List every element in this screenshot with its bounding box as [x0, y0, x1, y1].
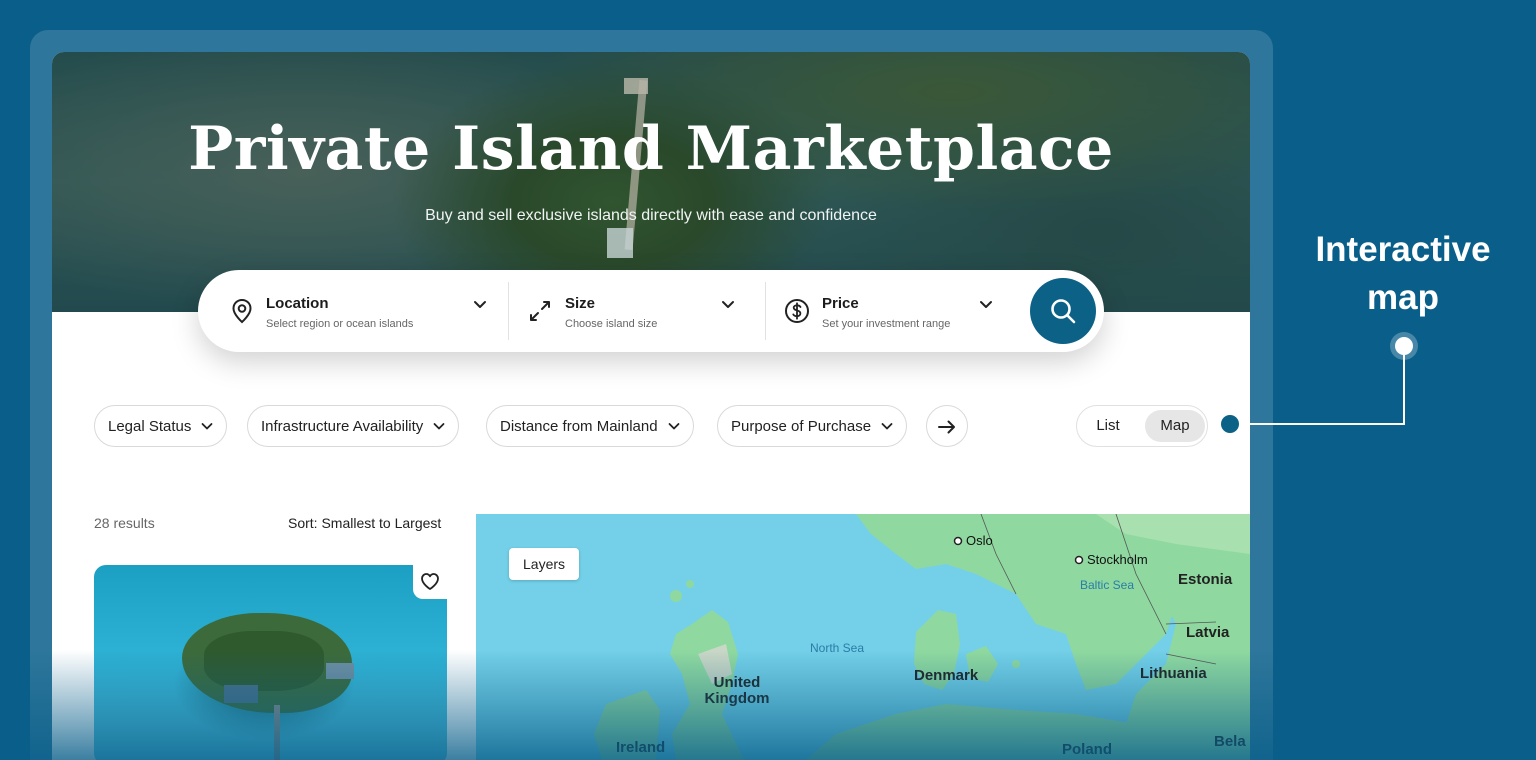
chevron-down-icon: [668, 423, 679, 430]
map-label-country: Denmark: [914, 667, 979, 684]
map-label-city: Oslo: [966, 533, 993, 548]
listing-card-image[interactable]: [94, 565, 447, 760]
filter-label: Legal Status: [108, 417, 192, 435]
search-icon: [1051, 299, 1076, 324]
map-label-country: Poland: [1062, 741, 1113, 758]
size-select[interactable]: Size Choose island size: [509, 270, 765, 352]
favorite-button[interactable]: [413, 564, 448, 599]
chevron-down-icon: [881, 423, 893, 430]
hero-hut-image: [607, 228, 633, 258]
list-view-button[interactable]: List: [1083, 410, 1133, 442]
search-button[interactable]: [1030, 278, 1096, 344]
map-label-city: Stockholm: [1087, 552, 1148, 567]
layers-button[interactable]: Layers: [509, 548, 580, 580]
filter-distance[interactable]: Distance from Mainland: [486, 405, 694, 447]
island-image: [326, 663, 354, 679]
view-toggle: List Map: [1076, 405, 1208, 447]
chevron-down-icon: [722, 301, 734, 308]
filter-legal-status[interactable]: Legal Status: [94, 405, 228, 447]
page-subtitle: Buy and sell exclusive islands directly …: [425, 207, 877, 224]
map-label-country: Bela: [1214, 733, 1246, 750]
price-select[interactable]: Price Set your investment range: [766, 270, 1024, 352]
filter-label: Distance from Mainland: [500, 417, 658, 435]
size-label: Size: [565, 295, 596, 312]
map-label-country: Latvia: [1186, 624, 1230, 641]
search-bar: Location Select region or ocean islands …: [198, 270, 1104, 352]
island-image: [274, 705, 280, 760]
map-label-country: Ireland: [616, 739, 666, 756]
map-label-country: United Kingdom: [704, 674, 770, 707]
heart-icon: [421, 573, 439, 590]
map-label-sea: North Sea: [810, 641, 865, 655]
map-label-country: Estonia: [1178, 571, 1233, 588]
annotation-connector: [1216, 332, 1418, 438]
size-hint: Choose island size: [565, 318, 658, 330]
sort-select[interactable]: Sort: Smallest to Largest: [288, 515, 441, 531]
location-select[interactable]: Location Select region or ocean islands: [198, 270, 508, 352]
map-label-sea: Baltic Sea: [1080, 578, 1135, 592]
filter-label: Purpose of Purchase: [731, 417, 872, 435]
map-pin-icon: [232, 298, 252, 324]
map-land-shapes: [594, 514, 1250, 760]
chevron-down-icon: [980, 301, 992, 308]
map-view[interactable]: Layers Oslo Stockholm Baltic Sea North S…: [476, 514, 1250, 760]
location-label: Location: [266, 295, 329, 312]
filter-purpose[interactable]: Purpose of Purchase: [717, 405, 908, 447]
annotation-label: Interactive map: [1315, 230, 1491, 317]
map-view-button[interactable]: Map: [1145, 410, 1205, 442]
more-filters-button[interactable]: [926, 405, 968, 447]
arrow-right-icon: [938, 420, 955, 434]
app-window: Private Island Marketplace Buy and sell …: [52, 52, 1250, 760]
map-label-country: Lithuania: [1140, 665, 1207, 682]
dollar-circle-icon: [785, 299, 809, 323]
expand-arrows-icon: [530, 301, 550, 321]
island-image: [224, 685, 258, 703]
location-hint: Select region or ocean islands: [266, 318, 414, 330]
filter-infrastructure[interactable]: Infrastructure Availability: [247, 405, 460, 447]
filter-label: Infrastructure Availability: [261, 417, 424, 435]
chevron-down-icon: [474, 301, 486, 308]
page-title: Private Island Marketplace: [188, 114, 1114, 184]
price-hint: Set your investment range: [822, 318, 951, 330]
price-label: Price: [822, 295, 859, 312]
results-count: 28 results: [94, 515, 155, 531]
chevron-down-icon: [433, 423, 445, 430]
chevron-down-icon: [202, 423, 213, 430]
